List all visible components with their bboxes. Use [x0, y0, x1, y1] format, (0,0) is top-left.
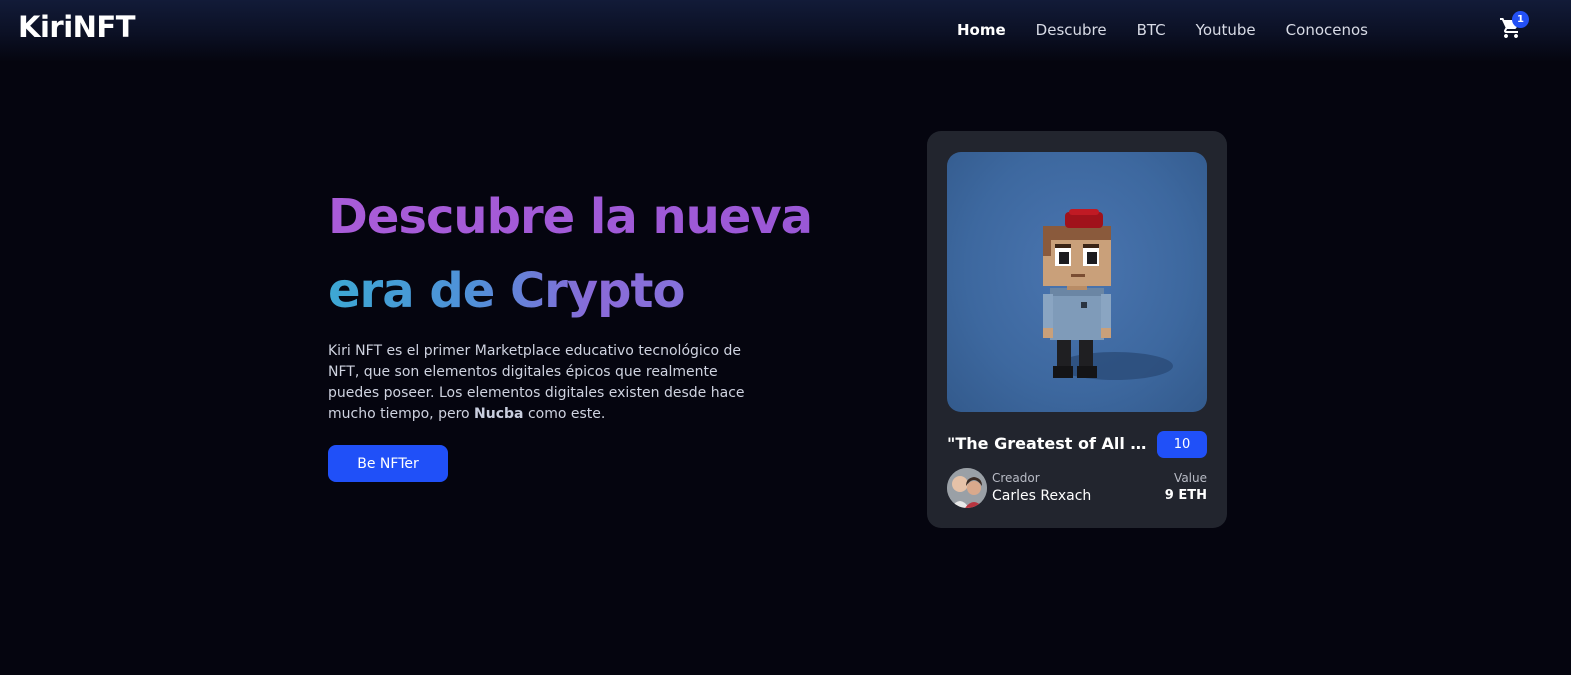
nft-title[interactable]: "The Greatest of All Time": [947, 434, 1147, 453]
value-amount: 9 ETH: [1164, 488, 1207, 503]
creator-label: Creador: [992, 471, 1040, 485]
nav-link-btc[interactable]: BTC: [1137, 21, 1166, 39]
hero-title-line2: era de Crypto: [328, 254, 812, 328]
avatar[interactable]: [947, 468, 987, 508]
nav-link-conocenos[interactable]: Conocenos: [1286, 21, 1368, 39]
logo[interactable]: KiriNFT: [18, 10, 136, 44]
hero-title: Descubre la nueva era de Crypto: [328, 180, 813, 328]
hero-title-line1: Descubre la nueva: [328, 180, 813, 254]
hero-description: Kiri NFT es el primer Marketplace educat…: [328, 341, 758, 425]
creator-name[interactable]: Carles Rexach: [992, 488, 1091, 504]
hero-description-end: como este.: [523, 406, 606, 422]
be-nfter-button[interactable]: Be NFTer: [328, 445, 448, 482]
nav-link-home[interactable]: Home: [957, 21, 1006, 39]
nft-image[interactable]: [947, 152, 1207, 412]
nav-link-descubre[interactable]: Descubre: [1036, 21, 1107, 39]
nft-card[interactable]: "The Greatest of All Time" 10 Creador Ca…: [927, 131, 1227, 528]
hero-description-bold: Nucba: [474, 406, 524, 422]
nav-links: Home Descubre BTC Youtube Conocenos: [957, 21, 1398, 39]
value-label: Value: [1174, 471, 1207, 485]
nft-count-badge: 10: [1157, 431, 1207, 458]
cart-count-badge: 1: [1512, 11, 1529, 28]
nav-link-youtube[interactable]: Youtube: [1196, 21, 1256, 39]
voxel-character-illustration: [1043, 209, 1173, 380]
navbar: KiriNFT Home Descubre BTC Youtube Conoce…: [0, 0, 1571, 62]
